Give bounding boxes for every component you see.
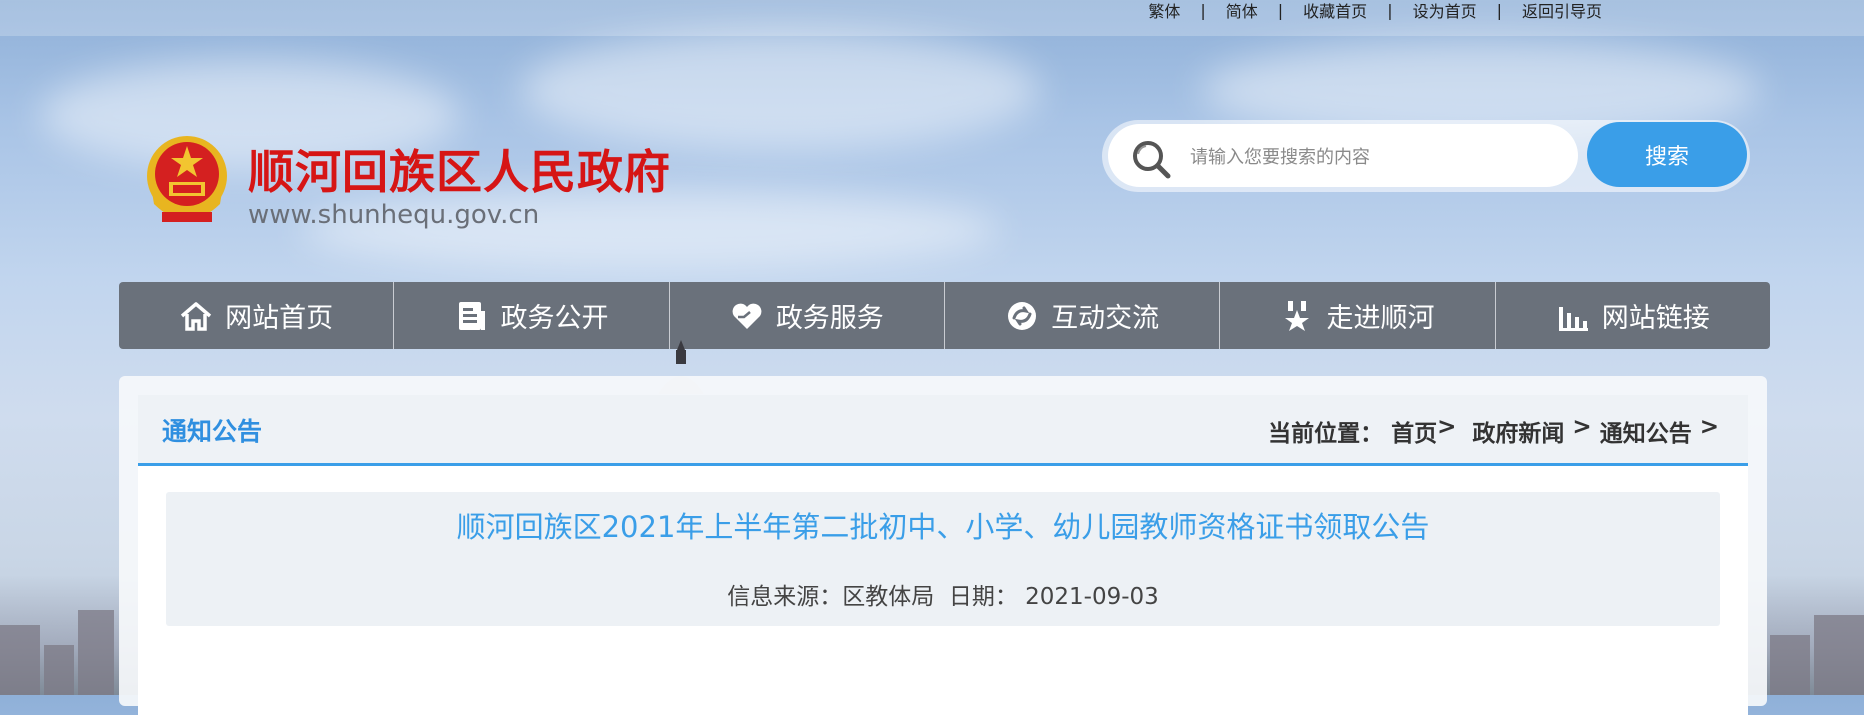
national-emblem-icon [147, 136, 227, 222]
article-title: 顺河回族区2021年上半年第二批初中、小学、幼儿园教师资格证书领取公告 [456, 510, 1430, 544]
main-nav: 网站首页 政务公开 政务服务 互动交流 走进顺河 网站链接 [119, 282, 1770, 349]
nav-item-site-links[interactable]: 网站链接 [1496, 282, 1770, 349]
separator: | [1277, 0, 1284, 20]
breadcrumb-separator: > [1572, 414, 1592, 440]
top-bar: 繁体 | 简体 | 收藏首页 | 设为首页 | 返回引导页 [0, 0, 1864, 36]
date-value: 2021-09-03 [1025, 584, 1159, 610]
search-icon [1133, 141, 1171, 179]
breadcrumb: 当前位置： 首页 > 政府新闻 > 通知公告 > [1268, 414, 1719, 448]
date-label: 日期： [948, 584, 1018, 610]
star-badge-icon [1285, 300, 1310, 331]
breadcrumb-notice-link[interactable]: 通知公告 [1600, 414, 1692, 448]
simplified-chinese-link[interactable]: 简体 [1222, 0, 1262, 22]
article-meta: 信息来源：区教体局 日期： 2021-09-03 [166, 577, 1720, 611]
bookmark-link[interactable]: 收藏首页 [1299, 0, 1371, 22]
home-icon [181, 301, 212, 331]
separator: | [1387, 0, 1393, 20]
nav-item-label: 网站链接 [1601, 303, 1710, 334]
set-homepage-link[interactable]: 设为首页 [1409, 0, 1481, 22]
separator: | [1200, 0, 1206, 20]
breadcrumb-separator: > [1437, 414, 1457, 440]
nav-item-label: 走进顺河 [1326, 303, 1435, 334]
separator: | [1496, 0, 1502, 20]
nav-item-label: 网站首页 [225, 303, 334, 334]
search-input[interactable] [1188, 140, 1562, 174]
top-links: 繁体 | 简体 | 收藏首页 | 设为首页 | 返回引导页 [1144, 0, 1606, 22]
nav-item-interaction[interactable]: 互动交流 [945, 282, 1221, 349]
bar-chart-icon [1558, 306, 1588, 331]
exchange-icon [1008, 301, 1037, 330]
source-label: 信息来源： [727, 584, 843, 610]
breadcrumb-home-link[interactable]: 首页 [1391, 414, 1437, 448]
nav-item-gov-affairs-open[interactable]: 政务公开 [394, 282, 670, 349]
document-icon [459, 301, 486, 330]
nav-item-label: 互动交流 [1051, 303, 1160, 334]
traditional-chinese-link[interactable]: 繁体 [1144, 0, 1184, 22]
search-button[interactable]: 搜索 [1587, 122, 1747, 187]
site-url: www.shunhequ.gov.cn [248, 200, 540, 230]
nav-item-label: 政务服务 [775, 303, 884, 334]
service-heart-icon [732, 303, 762, 329]
site-title: 顺河回族区人民政府 [248, 145, 671, 199]
nav-item-about-shunhe[interactable]: 走进顺河 [1220, 282, 1496, 349]
breadcrumb-separator: > [1699, 414, 1719, 440]
back-to-guide-link[interactable]: 返回引导页 [1518, 0, 1606, 22]
section-title: 通知公告 [162, 417, 263, 446]
nav-item-home[interactable]: 网站首页 [119, 282, 395, 349]
breadcrumb-prefix: 当前位置： [1268, 421, 1384, 447]
cloud-decoration [520, 30, 1040, 150]
nav-item-label: 政务公开 [500, 303, 609, 334]
breadcrumb-gov-news-link[interactable]: 政府新闻 [1472, 414, 1564, 448]
source-value: 区教体局 [842, 584, 935, 610]
